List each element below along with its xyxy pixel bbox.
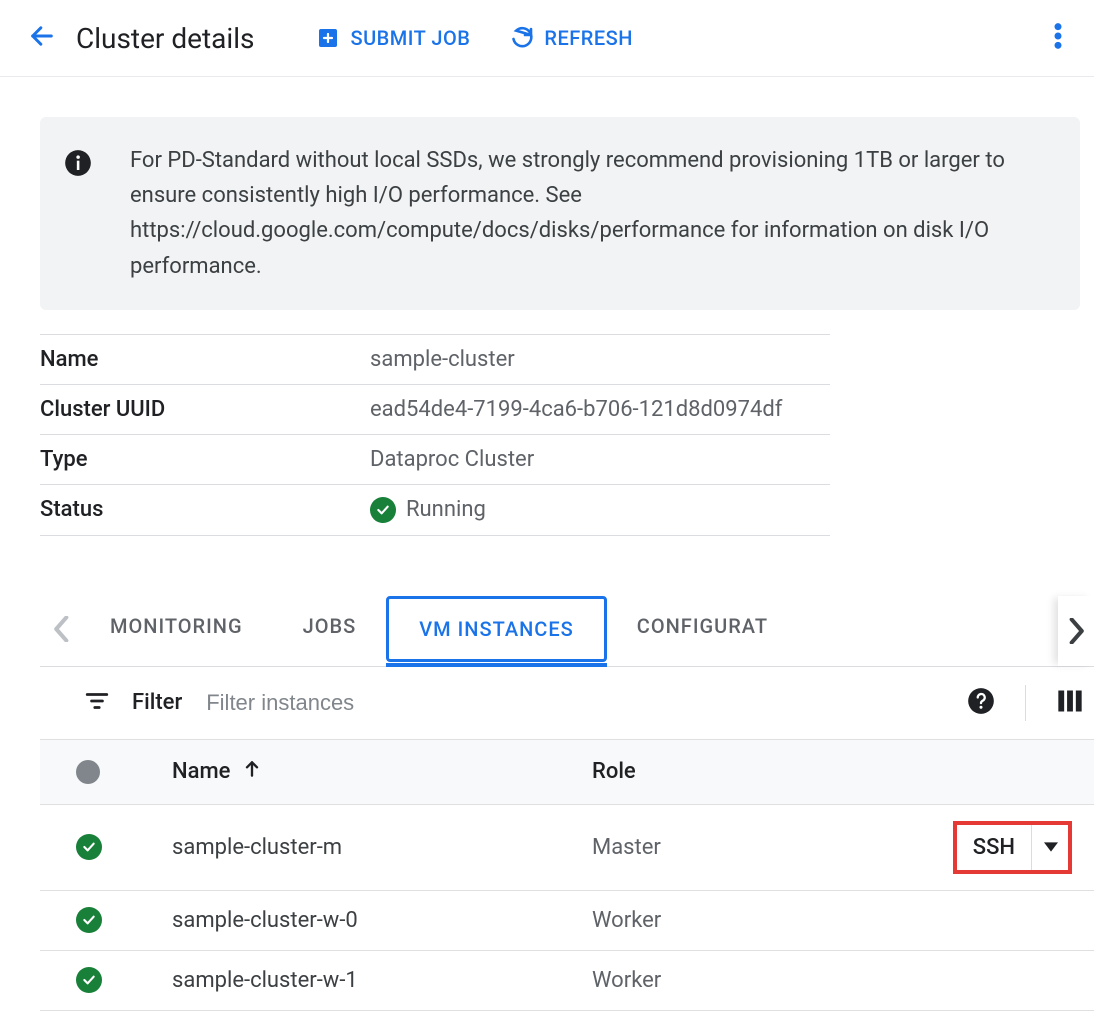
refresh-button[interactable]: REFRESH	[510, 26, 633, 50]
submit-job-label: SUBMIT JOB	[350, 26, 470, 50]
detail-row-status: Status Running	[40, 485, 830, 536]
detail-value: Dataproc Cluster	[370, 447, 534, 472]
refresh-icon	[510, 26, 534, 50]
instance-name[interactable]: sample-cluster-w-1	[172, 968, 592, 993]
tabs-scroll-left-button[interactable]	[44, 608, 80, 654]
instance-role: Worker	[592, 908, 922, 933]
detail-value: sample-cluster	[370, 347, 515, 372]
table-row: sample-cluster-m Master SSH	[40, 805, 1094, 891]
detail-label: Type	[40, 447, 370, 472]
header-actions: SUBMIT JOB REFRESH	[316, 16, 1074, 60]
table-header: Name Role	[40, 740, 1094, 805]
ssh-dropdown-button[interactable]	[1032, 825, 1068, 870]
filter-label: Filter	[132, 690, 182, 715]
detail-label: Cluster UUID	[40, 397, 370, 422]
instance-role: Master	[592, 835, 922, 860]
refresh-label: REFRESH	[544, 26, 633, 50]
table-row: sample-cluster-w-1 Worker	[40, 951, 1094, 1011]
tabs-list: MONITORING JOBS VM INSTANCES CONFIGURAT	[80, 596, 1090, 666]
detail-label: Status	[40, 497, 370, 522]
divider	[1025, 685, 1026, 721]
details-table: Name sample-cluster Cluster UUID ead54de…	[40, 334, 830, 536]
info-banner-text: For PD-Standard without local SSDs, we s…	[130, 143, 1050, 284]
main-content: For PD-Standard without local SSDs, we s…	[0, 77, 1094, 1011]
plus-box-icon	[316, 26, 340, 50]
col-name-label: Name	[172, 759, 230, 784]
submit-job-button[interactable]: SUBMIT JOB	[316, 26, 470, 50]
instance-name[interactable]: sample-cluster-m	[172, 835, 592, 860]
tabs-scroll-right-button[interactable]	[1058, 596, 1094, 666]
filter-row: Filter	[40, 667, 1094, 740]
col-role-header[interactable]: Role	[592, 759, 922, 784]
tab-vm-instances[interactable]: VM INSTANCES	[386, 596, 607, 662]
columns-icon[interactable]	[1056, 689, 1084, 717]
status-indicator-icon	[76, 760, 100, 784]
filter-input[interactable]	[204, 689, 945, 717]
status-text: Running	[406, 497, 486, 522]
ssh-button-label: SSH	[957, 825, 1032, 870]
detail-row-type: Type Dataproc Cluster	[40, 435, 830, 485]
info-banner: For PD-Standard without local SSDs, we s…	[40, 117, 1080, 310]
col-name-header[interactable]: Name	[172, 758, 592, 786]
help-icon[interactable]	[967, 687, 995, 719]
tab-jobs[interactable]: JOBS	[273, 596, 387, 666]
tab-active-underline	[386, 663, 607, 667]
status-running-icon	[370, 497, 396, 523]
info-icon	[64, 143, 92, 181]
detail-label: Name	[40, 347, 370, 372]
detail-value: ead54de4-7199-4ca6-b706-121d8d0974df	[370, 397, 782, 422]
more-menu-button[interactable]	[1042, 16, 1074, 60]
status-running-icon	[76, 967, 102, 993]
filter-icon	[84, 688, 110, 718]
tab-monitoring[interactable]: MONITORING	[80, 596, 273, 666]
col-status-header	[76, 760, 172, 784]
ssh-button[interactable]: SSH	[953, 821, 1072, 874]
sort-ascending-icon	[242, 758, 262, 786]
instance-role: Worker	[592, 968, 922, 993]
detail-row-name: Name sample-cluster	[40, 335, 830, 385]
back-arrow-icon[interactable]	[20, 14, 64, 62]
status-running-icon	[76, 907, 102, 933]
tab-configuration[interactable]: CONFIGURAT	[607, 596, 818, 666]
status-running-icon	[76, 834, 102, 860]
instance-name[interactable]: sample-cluster-w-0	[172, 908, 592, 933]
detail-value: Running	[370, 497, 486, 523]
detail-row-uuid: Cluster UUID ead54de4-7199-4ca6-b706-121…	[40, 385, 830, 435]
page-header: Cluster details SUBMIT JOB REFRESH	[0, 0, 1094, 77]
filter-actions	[967, 685, 1084, 721]
tabs-bar: MONITORING JOBS VM INSTANCES CONFIGURAT	[40, 596, 1094, 667]
tabs-section: MONITORING JOBS VM INSTANCES CONFIGURAT …	[40, 596, 1094, 1011]
table-row: sample-cluster-w-0 Worker	[40, 891, 1094, 951]
page-title: Cluster details	[76, 22, 254, 55]
instances-table: Name Role sample-cluster-m Master	[40, 740, 1094, 1011]
